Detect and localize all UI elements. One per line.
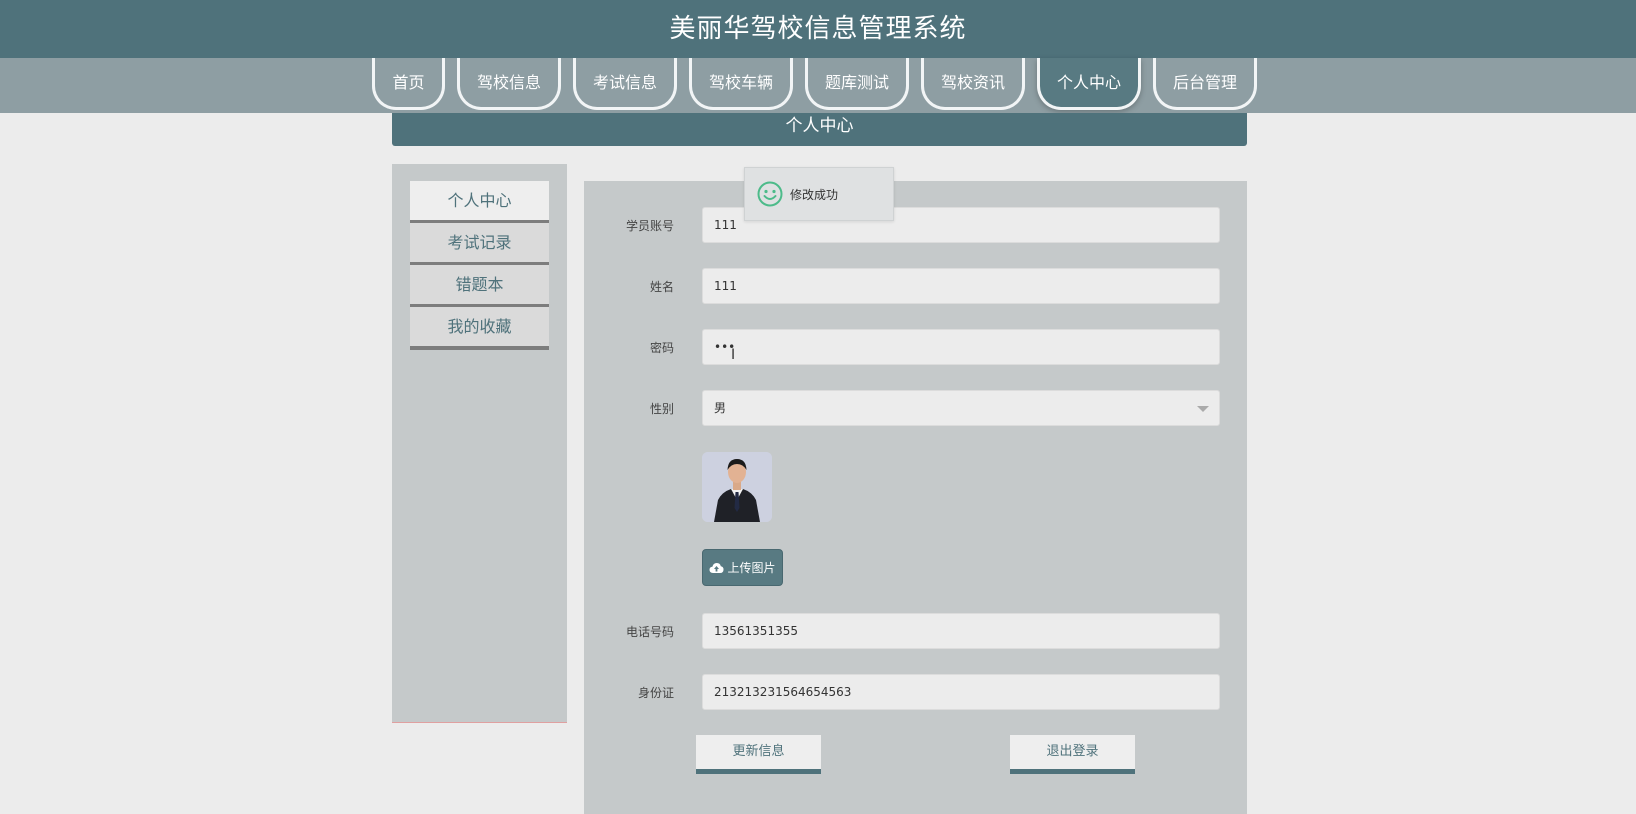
site-title: 美丽华驾校信息管理系统 [669, 14, 967, 44]
section-title: 个人中心 [785, 116, 854, 136]
name-value: 111 [714, 279, 737, 293]
success-toast: 修改成功 [744, 167, 894, 221]
toast-message: 修改成功 [790, 187, 839, 202]
avatar [702, 452, 772, 522]
phone-label: 电话号码 [625, 625, 674, 639]
sidebar-item-favorites[interactable]: 我的收藏 [410, 307, 549, 350]
profile-form: 学员账号 111 姓名 111 密码 ••• I 性别 男 上传图片 电话号码 … [584, 181, 1247, 814]
main-nav: 首页 驾校信息 考试信息 驾校车辆 题库测试 驾校资讯 个人中心 后台管理 [0, 58, 1636, 113]
main-nav-list: 首页 驾校信息 考试信息 驾校车辆 题库测试 驾校资讯 个人中心 后台管理 [372, 58, 1257, 113]
cloud-upload-icon [709, 562, 724, 573]
id-card-label: 身份证 [637, 686, 674, 700]
avatar-image [702, 452, 772, 522]
nav-item-home[interactable]: 首页 [372, 58, 445, 110]
sidebar-item-personal-center[interactable]: 个人中心 [410, 181, 549, 224]
nav-item-personal-center[interactable]: 个人中心 [1037, 58, 1141, 110]
gender-label: 性别 [649, 402, 674, 416]
upload-image-button[interactable]: 上传图片 [702, 549, 783, 586]
nav-item-news[interactable]: 驾校资讯 [921, 58, 1025, 110]
account-label: 学员账号 [625, 219, 674, 233]
update-info-button[interactable]: 更新信息 [696, 735, 821, 774]
id-card-value: 213213231564654563 [714, 685, 852, 699]
account-value: 111 [714, 218, 737, 232]
nav-item-admin[interactable]: 后台管理 [1153, 58, 1257, 110]
nav-item-school-info[interactable]: 驾校信息 [457, 58, 561, 110]
nav-item-question-bank[interactable]: 题库测试 [805, 58, 909, 110]
name-label: 姓名 [649, 280, 674, 294]
nav-item-exam-info[interactable]: 考试信息 [573, 58, 677, 110]
nav-item-vehicles[interactable]: 驾校车辆 [689, 58, 793, 110]
section-title-bar: 个人中心 [392, 113, 1247, 146]
phone-input[interactable]: 13561351355 [702, 613, 1220, 649]
sidebar: 个人中心 考试记录 错题本 我的收藏 [392, 164, 567, 723]
gender-value: 男 [714, 401, 727, 415]
phone-value: 13561351355 [714, 624, 798, 638]
site-header: 美丽华驾校信息管理系统 [0, 0, 1636, 58]
name-input[interactable]: 111 [702, 268, 1220, 304]
gender-select[interactable]: 男 [702, 390, 1220, 426]
chevron-down-icon [1197, 406, 1209, 412]
logout-button[interactable]: 退出登录 [1010, 735, 1135, 774]
smile-icon [757, 181, 783, 207]
sidebar-item-wrong-questions[interactable]: 错题本 [410, 265, 549, 308]
password-label: 密码 [649, 341, 674, 355]
page: 美丽华驾校信息管理系统 首页 驾校信息 考试信息 驾校车辆 题库测试 驾校资讯 … [0, 0, 1636, 814]
password-input[interactable]: ••• I [702, 329, 1220, 365]
sidebar-item-exam-records[interactable]: 考试记录 [410, 223, 549, 266]
id-card-input[interactable]: 213213231564654563 [702, 674, 1220, 710]
text-cursor-icon: I [731, 347, 736, 363]
upload-image-label: 上传图片 [727, 561, 776, 575]
